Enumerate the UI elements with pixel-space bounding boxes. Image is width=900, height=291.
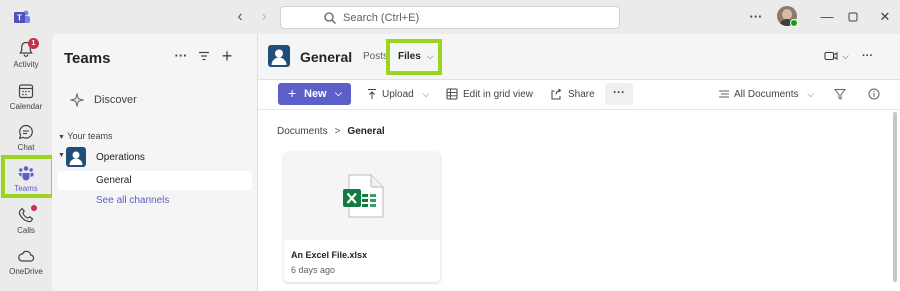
breadcrumb-documents[interactable]: Documents bbox=[277, 126, 328, 137]
discover-label: Discover bbox=[94, 94, 137, 106]
team-name: Operations bbox=[96, 152, 145, 163]
file-modified: 6 days ago bbox=[291, 265, 336, 275]
your-teams-label: Your teams bbox=[67, 131, 113, 141]
more-options-icon[interactable]: ··· bbox=[862, 49, 873, 63]
close-icon[interactable]: ✕ bbox=[878, 8, 892, 26]
svg-text:T: T bbox=[17, 14, 22, 23]
filter-icon[interactable] bbox=[197, 49, 211, 63]
scrollbar-thumb[interactable] bbox=[893, 112, 897, 282]
appbar-item-calls[interactable]: Calls bbox=[0, 204, 52, 244]
appbar-label: Activity bbox=[13, 60, 39, 69]
back-arrow-icon[interactable]: ‹ bbox=[232, 9, 248, 25]
calendar-icon bbox=[18, 84, 34, 99]
appbar-item-activity[interactable]: 1 Activity bbox=[0, 38, 52, 78]
plus-icon: + bbox=[288, 85, 297, 101]
chevron-down-icon[interactable]: ⌵ bbox=[842, 49, 849, 63]
toolbar-more-button[interactable]: ··· bbox=[605, 83, 633, 105]
appbar-label: Calendar bbox=[9, 102, 43, 111]
chevron-down-icon: ⌵ bbox=[335, 88, 342, 98]
team-avatar bbox=[66, 147, 86, 167]
upload-icon bbox=[368, 89, 376, 99]
chevron-down-icon: ⌵ bbox=[422, 89, 430, 99]
chevron-down-icon: ⌵ bbox=[807, 89, 815, 99]
see-all-channels-link[interactable]: See all channels bbox=[96, 195, 169, 206]
breadcrumb-current: General bbox=[347, 126, 385, 137]
chat-icon bbox=[18, 124, 33, 140]
file-thumbnail bbox=[284, 152, 440, 240]
video-call-icon[interactable] bbox=[824, 49, 838, 63]
collapse-triangle-icon: ▼ bbox=[58, 152, 65, 159]
team-item-operations[interactable]: ▼ Operations bbox=[58, 147, 250, 167]
appbar-label: Calls bbox=[17, 226, 35, 235]
share-button[interactable]: Share bbox=[568, 89, 595, 100]
your-teams-header[interactable]: ▼ Your teams bbox=[58, 131, 112, 141]
sparkle-icon bbox=[70, 93, 84, 107]
tab-posts[interactable]: Posts bbox=[363, 51, 388, 62]
search-icon bbox=[324, 12, 336, 24]
scrollbar[interactable] bbox=[892, 112, 898, 290]
excel-icon bbox=[343, 174, 384, 218]
appbar-label: Chat bbox=[17, 143, 35, 152]
notification-dot-icon bbox=[31, 205, 37, 211]
more-options-icon[interactable]: ··· bbox=[748, 8, 764, 26]
view-list-icon bbox=[719, 90, 729, 98]
minimize-icon[interactable]: — bbox=[820, 8, 834, 26]
breadcrumb: Documents > General bbox=[277, 126, 385, 137]
new-button-label: New bbox=[304, 88, 327, 100]
new-button[interactable]: + New ⌵ bbox=[278, 83, 351, 105]
file-card[interactable]: An Excel File.xlsx 6 days ago bbox=[284, 152, 440, 282]
add-icon[interactable]: + bbox=[219, 47, 235, 65]
info-icon[interactable] bbox=[868, 88, 880, 100]
highlight-box-files bbox=[386, 39, 442, 75]
appbar-item-calendar[interactable]: Calendar bbox=[0, 80, 52, 120]
breadcrumb-separator-icon: > bbox=[334, 126, 341, 137]
grid-icon bbox=[446, 88, 458, 100]
channel-avatar bbox=[268, 45, 290, 67]
filter-icon[interactable] bbox=[834, 88, 846, 100]
collapse-triangle-icon: ▼ bbox=[58, 134, 65, 141]
more-options-icon[interactable]: ··· bbox=[173, 48, 189, 64]
view-selector[interactable]: All Documents ⌵ bbox=[734, 89, 814, 100]
upload-button[interactable]: Upload ⌵ bbox=[382, 89, 429, 100]
teams-panel-title: Teams bbox=[64, 50, 111, 67]
search-box[interactable] bbox=[280, 6, 620, 29]
appbar-label: OneDrive bbox=[9, 267, 43, 276]
maximize-icon[interactable] bbox=[848, 12, 858, 22]
share-icon bbox=[551, 88, 562, 100]
view-label: All Documents bbox=[734, 89, 799, 100]
cloud-icon bbox=[18, 250, 35, 262]
appbar-item-onedrive[interactable]: OneDrive bbox=[0, 245, 52, 285]
notification-badge: 1 bbox=[28, 38, 39, 49]
file-name: An Excel File.xlsx bbox=[291, 250, 368, 260]
channel-header: General Posts Files ⌵ ⌵ ··· bbox=[258, 34, 900, 80]
main-content: General Posts Files ⌵ ⌵ ··· + New ⌵ Uplo… bbox=[258, 34, 900, 291]
title-bar: T ‹ › ··· — ✕ bbox=[0, 0, 900, 34]
channel-title: General bbox=[300, 49, 353, 65]
files-toolbar: + New ⌵ Upload ⌵ Edit in grid view Share… bbox=[258, 80, 900, 110]
teams-logo-icon: T bbox=[14, 10, 30, 23]
channel-item-general[interactable]: General bbox=[58, 171, 252, 190]
search-input[interactable] bbox=[343, 9, 603, 26]
upload-label: Upload bbox=[382, 89, 414, 100]
edit-in-grid-view-button[interactable]: Edit in grid view bbox=[463, 89, 533, 100]
channel-label: General bbox=[96, 175, 132, 186]
teams-panel: Teams ··· + Discover ▼ Your teams ▼ Oper… bbox=[52, 34, 258, 291]
forward-arrow-icon[interactable]: › bbox=[256, 9, 272, 25]
presence-available-icon bbox=[790, 19, 798, 27]
highlight-box-teams bbox=[1, 155, 55, 198]
